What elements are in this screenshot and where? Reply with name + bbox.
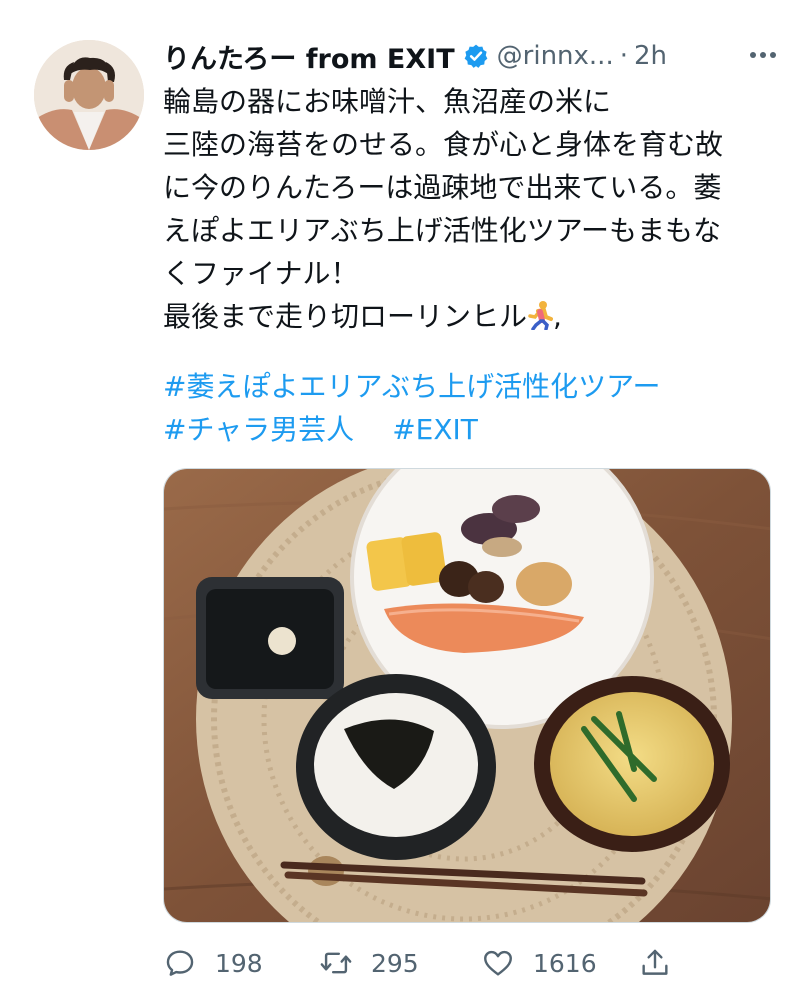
action-bar: 198 295 1616 <box>163 938 723 988</box>
reply-button[interactable]: 198 <box>163 946 263 980</box>
retweet-count: 295 <box>371 948 419 978</box>
retweet-button[interactable]: 295 <box>319 946 419 980</box>
like-count: 1616 <box>533 948 597 978</box>
tweet-line-6: 最後まで走り切ローリンヒル, <box>163 295 773 338</box>
avatar[interactable] <box>34 40 144 150</box>
tweet-header: りんたろー from EXIT @rinnx... · 2h <box>163 36 783 76</box>
share-button[interactable] <box>638 946 672 980</box>
breakfast-photo <box>164 469 770 922</box>
tweet-line-6-text: 最後まで走り切ローリンヒル <box>163 300 528 333</box>
speech-bubble-icon <box>166 950 194 976</box>
tweet-line-3: に今のりんたろーは過疎地で出来ている。萎 <box>163 171 722 204</box>
heart-icon <box>484 950 512 976</box>
hashtag-link[interactable]: #EXIT <box>392 413 478 446</box>
share-upload-icon <box>642 949 668 975</box>
runner-emoji-icon <box>527 299 554 331</box>
avatar-image <box>34 40 144 150</box>
reply-count: 198 <box>215 948 263 978</box>
tweet-line-6-suffix: , <box>553 300 562 333</box>
hashtag-link[interactable]: #チャラ男芸人 <box>163 413 354 446</box>
display-name[interactable]: りんたろー from EXIT <box>163 37 455 76</box>
handle[interactable]: @rinnx... <box>497 41 614 71</box>
retweet-arrows-icon <box>320 952 352 974</box>
like-button[interactable]: 1616 <box>481 946 597 980</box>
tweet-line-5: くファイナル！ <box>163 257 359 290</box>
hashtags: #萎えぽよエリアぶち上げ活性化ツアー #チャラ男芸人 #EXIT <box>163 365 773 451</box>
hashtag-link[interactable]: #萎えぽよエリアぶち上げ活性化ツアー <box>163 370 661 403</box>
more-dots-icon[interactable] <box>743 40 783 70</box>
tweet-photo[interactable] <box>163 468 771 923</box>
tweet-text: 輪島の器にお味噌汁、魚沼産の米に 三陸の海苔をのせる。食が心と身体を育む故 に今… <box>163 80 773 338</box>
separator-dot: · <box>619 41 628 71</box>
timestamp[interactable]: 2h <box>634 41 667 71</box>
tweet-line-1: 輪島の器にお味噌汁、魚沼産の米に <box>163 85 612 118</box>
tweet-line-2: 三陸の海苔をのせる。食が心と身体を育む故 <box>163 128 724 161</box>
verified-badge-icon <box>463 43 489 69</box>
tweet-line-4: えぽよエリアぶち上げ活性化ツアーもまもな <box>163 214 722 247</box>
